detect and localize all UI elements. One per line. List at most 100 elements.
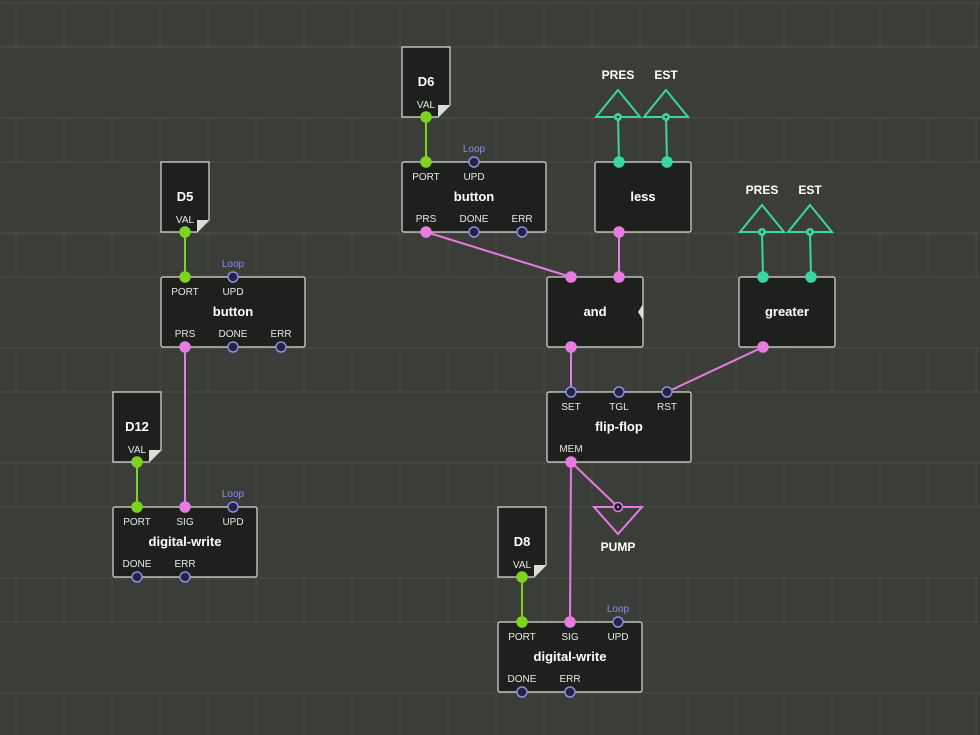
input-pin[interactable] (468, 156, 480, 168)
output-pin[interactable] (227, 341, 239, 353)
loop-label: Loop (222, 259, 245, 270)
terminal-label: PRES (602, 68, 635, 82)
input-pin[interactable] (757, 271, 769, 283)
link[interactable] (761, 231, 764, 278)
constant-value: D8 (514, 534, 531, 549)
link[interactable] (570, 461, 619, 508)
input-terminal-pres[interactable]: PRES (737, 183, 787, 236)
node-greater[interactable]: greater (738, 271, 836, 353)
pin-label: UPD (463, 172, 484, 183)
pin-label: VAL (417, 100, 436, 111)
pin-label: SIG (561, 632, 578, 643)
pin-val[interactable] (420, 111, 432, 123)
output-pin[interactable] (564, 686, 576, 698)
output-pin[interactable] (516, 226, 528, 238)
output-pin[interactable] (179, 571, 191, 583)
pin-val[interactable] (131, 456, 143, 468)
terminal-label: PUMP (601, 540, 636, 554)
pin-label: UPD (222, 517, 243, 528)
input-pin[interactable] (613, 386, 625, 398)
input-pin[interactable] (227, 271, 239, 283)
input-pin[interactable] (516, 616, 528, 628)
pin-label: UPD (222, 287, 243, 298)
pin-label: VAL (128, 445, 147, 456)
terminal-pin-dot (616, 115, 620, 119)
constant-node-d6[interactable]: D6 VAL (401, 46, 451, 123)
output-pin[interactable] (613, 226, 625, 238)
node-less[interactable]: less (594, 156, 692, 238)
input-pin[interactable] (565, 271, 577, 283)
terminal-label: PRES (746, 183, 779, 197)
link[interactable] (569, 461, 572, 623)
link[interactable] (809, 231, 812, 278)
constant-node-d8[interactable]: D8 VAL (497, 506, 547, 583)
output-pin[interactable] (275, 341, 287, 353)
input-pin[interactable] (805, 271, 817, 283)
constant-node-d5[interactable]: D5 VAL (160, 161, 210, 238)
pin-label: MEM (559, 444, 582, 455)
input-pin[interactable] (661, 386, 673, 398)
pin-label: ERR (174, 559, 195, 570)
terminal-triangle-icon (737, 203, 787, 233)
input-pin[interactable] (131, 501, 143, 513)
terminal-triangle-icon (785, 203, 835, 233)
constant-value: D5 (177, 189, 194, 204)
output-pin[interactable] (468, 226, 480, 238)
pin-label: SET (561, 402, 580, 413)
output-pin[interactable] (516, 686, 528, 698)
pin-val[interactable] (516, 571, 528, 583)
node-button[interactable]: button PORT UPD Loop PRS DONE ERR (401, 144, 547, 238)
pin-label: RST (657, 402, 677, 413)
link[interactable] (666, 346, 764, 393)
input-pin[interactable] (661, 156, 673, 168)
output-pin[interactable] (565, 456, 577, 468)
input-terminal-est[interactable]: EST (785, 183, 835, 236)
terminal-triangle-icon (593, 88, 643, 118)
link[interactable] (617, 116, 620, 163)
constant-value: D12 (125, 419, 149, 434)
input-pin[interactable] (420, 156, 432, 168)
input-terminal-est[interactable]: EST (641, 68, 691, 121)
pin-label: ERR (559, 674, 580, 685)
output-pin[interactable] (131, 571, 143, 583)
output-pin[interactable] (565, 341, 577, 353)
loop-label: Loop (463, 144, 486, 155)
node-title: less (630, 189, 655, 204)
terminal-label: EST (654, 68, 678, 82)
pin-label: TGL (609, 402, 629, 413)
input-pin[interactable] (613, 271, 625, 283)
input-terminal-pres[interactable]: PRES (593, 68, 643, 121)
node-title: greater (765, 304, 809, 319)
pin-label: DONE (508, 674, 537, 685)
constant-corner (534, 565, 546, 577)
terminal-pin-dot (616, 505, 620, 509)
node-and[interactable]: and (546, 271, 644, 353)
patch-canvas[interactable]: D6 VAL D5 VAL D12 VAL D8 VAL PRES EST PRES EST PUMP b… (0, 0, 980, 735)
link[interactable] (665, 116, 668, 163)
node-digital-write[interactable]: digital-write PORT SIG UPD Loop DONE ERR (497, 604, 643, 698)
terminal-pin-dot (808, 230, 812, 234)
node-button[interactable]: button PORT UPD Loop PRS DONE ERR (160, 259, 306, 353)
input-pin[interactable] (227, 501, 239, 513)
output-terminal-pump[interactable]: PUMP (591, 501, 645, 555)
pin-val[interactable] (179, 226, 191, 238)
output-pin[interactable] (420, 226, 432, 238)
input-pin[interactable] (613, 156, 625, 168)
input-pin[interactable] (179, 501, 191, 513)
input-pin[interactable] (612, 616, 624, 628)
loop-label: Loop (222, 489, 245, 500)
input-pin[interactable] (565, 386, 577, 398)
node-flip-flop[interactable]: flip-flop SET TGL RST MEM (546, 386, 692, 468)
input-pin[interactable] (179, 271, 191, 283)
output-pin[interactable] (179, 341, 191, 353)
terminal-label: EST (798, 183, 822, 197)
output-pin[interactable] (757, 341, 769, 353)
terminal-pin-dot (760, 230, 764, 234)
node-title: digital-write (149, 534, 222, 549)
pin-label: UPD (607, 632, 628, 643)
constant-node-d12[interactable]: D12 VAL (112, 391, 162, 468)
constant-corner (197, 220, 209, 232)
constant-value: D6 (418, 74, 435, 89)
input-pin[interactable] (564, 616, 576, 628)
node-digital-write[interactable]: digital-write PORT SIG UPD Loop DONE ERR (112, 489, 258, 583)
